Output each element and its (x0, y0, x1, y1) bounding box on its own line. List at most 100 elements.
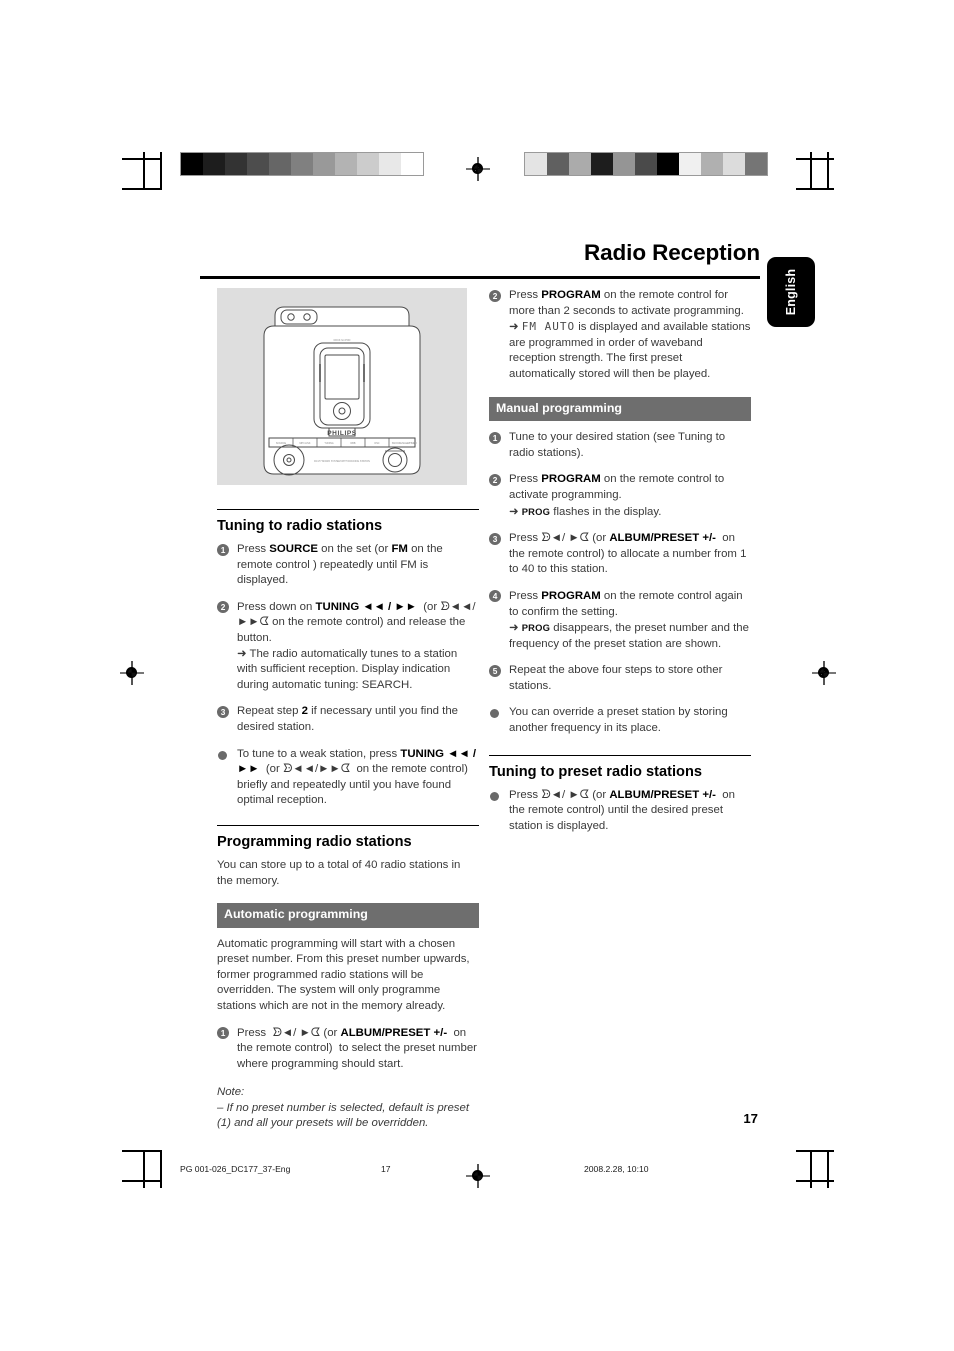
step-text: Repeat the above four steps to store oth… (509, 664, 723, 692)
heading-programming-radio-stations: Programming radio stations (217, 824, 479, 852)
svg-text:PHILIPS: PHILIPS (327, 430, 357, 437)
bullet-item: Press ᗦ◄/ ►ᗧ (or ALBUM/PRESET +/- on the… (489, 788, 751, 835)
bullet-dot-icon (490, 791, 499, 801)
bullets-tuning-to-radio-stations: To tune to a weak station, press TUNING … (217, 747, 479, 809)
numbered-step: 1 Press SOURCE on the set (or FM on the r… (217, 542, 479, 589)
numbered-step: 2 Press PROGRAM on the remote control for… (489, 288, 751, 383)
bullets-manual-programming: You can override a preset station by sto… (489, 705, 751, 736)
step-number-badge: 2 (217, 601, 229, 614)
crop-mark (810, 152, 812, 190)
calibration-swatch (745, 153, 767, 175)
step-text: Repeat step 2 if necessary until you fin… (237, 705, 458, 733)
language-tab-english: English (767, 257, 815, 327)
svg-text:SNOOZE/SLEEP: SNOOZE/SLEEP (392, 442, 411, 445)
crop-mark (122, 1150, 160, 1152)
registration-mark-right (812, 661, 836, 685)
calibration-swatch (547, 153, 569, 175)
step-text: Press SOURCE on the set (or FM on the re… (237, 543, 443, 587)
numbered-step: 5 Repeat the above four steps to store ot… (489, 663, 751, 694)
note-text: – If no preset number is selected, defau… (217, 1101, 469, 1130)
calibration-swatch (569, 153, 591, 175)
calibration-swatch (335, 153, 357, 175)
crop-mark (143, 1150, 145, 1188)
page-number: 17 (743, 1111, 758, 1126)
language-tab-label: English (784, 268, 798, 316)
steps-tuning-to-radio-stations: 1 Press SOURCE on the set (or FM on the r… (217, 542, 479, 736)
crop-mark (122, 1180, 160, 1182)
title-divider (200, 276, 760, 279)
step-number-badge: 4 (489, 590, 501, 603)
calibration-swatch (269, 153, 291, 175)
heading-tuning-to-preset-radio-stations: Tuning to preset radio stations (489, 754, 751, 782)
footer-page-number: 17 (381, 1164, 391, 1174)
crop-mark (122, 188, 160, 190)
automatic-programming-body: Automatic programming will start with a … (217, 937, 470, 1013)
calibration-swatch (525, 153, 547, 175)
calibration-swatch (247, 153, 269, 175)
calibration-swatch (379, 153, 401, 175)
calibration-swatch (181, 153, 203, 175)
calibration-swatch (401, 153, 423, 175)
step-number-badge: 3 (489, 532, 501, 545)
svg-text:DOCK for iPOD: DOCK for iPOD (334, 339, 351, 342)
svg-text:SOURCE: SOURCE (276, 442, 287, 445)
bullet-dot-icon (218, 750, 227, 760)
svg-text:TUNING: TUNING (324, 442, 333, 445)
step-number-badge: 1 (217, 1027, 229, 1040)
bullet-item: You can override a preset station by sto… (489, 705, 751, 736)
calibration-swatch (679, 153, 701, 175)
heading-tuning-to-radio-stations: Tuning to radio stations (217, 509, 479, 536)
svg-text:DC177 MICRO SYSTEM WITH DOCKIN: DC177 MICRO SYSTEM WITH DOCKING STATION (314, 460, 370, 463)
bullet-text: You can override a preset station by sto… (509, 706, 728, 735)
bullet-text: To tune to a weak station, press TUNING … (237, 747, 477, 807)
step-text: Press PROGRAM on the remote control agai… (509, 589, 749, 650)
step-number-badge: 2 (489, 473, 501, 486)
step-text: Press PROGRAM on the remote control for … (509, 289, 751, 380)
svg-text:MP3 LINK: MP3 LINK (300, 442, 311, 445)
crop-mark (827, 152, 829, 190)
continued-step: 2 Press PROGRAM on the remote control for… (489, 288, 751, 383)
product-illustration: PHILIPS DOCK for iPOD DC177 MICRO SYSTEM… (217, 288, 467, 485)
calibration-swatch (613, 153, 635, 175)
calibration-swatch (357, 153, 379, 175)
step-number-badge: 3 (217, 705, 229, 718)
svg-text:DBB: DBB (351, 442, 356, 445)
svg-text:DSC: DSC (374, 442, 379, 445)
step-text: Press ᗦ◄/ ►ᗧ (or ALBUM/PRESET +/- on the… (509, 532, 747, 576)
steps-manual-programming: 1 Tune to your desired station (see Tunin… (489, 430, 751, 694)
crop-mark (827, 1150, 829, 1188)
bullet-text: Press ᗦ◄/ ►ᗧ (or ALBUM/PRESET +/- on the… (509, 788, 735, 832)
programming-intro-text: You can store up to a total of 40 radio … (217, 858, 461, 887)
steps-automatic-programming: 1 Press ᗦ◄/ ►ᗧ (or ALBUM/PRESET +/- on th… (217, 1026, 479, 1073)
crop-mark (160, 1150, 162, 1188)
bullets-tuning-to-preset-radio-stations: Press ᗦ◄/ ►ᗧ (or ALBUM/PRESET +/- on the… (489, 788, 751, 835)
numbered-step: 3 Repeat step 2 if necessary until you fi… (217, 704, 479, 735)
page-title: Radio Reception (583, 240, 760, 265)
calibration-swatch (291, 153, 313, 175)
note-block: Note: – If no preset number is selected,… (217, 1085, 479, 1131)
numbered-step: 1 Press ᗦ◄/ ►ᗧ (or ALBUM/PRESET +/- on th… (217, 1026, 479, 1073)
crop-mark (143, 152, 145, 190)
footer-timestamp: 2008.2.28, 10:10 (584, 1164, 649, 1174)
calibration-swatch (723, 153, 745, 175)
crop-mark (810, 1150, 812, 1188)
bullet-dot-icon (490, 709, 499, 719)
step-number-badge: 1 (489, 431, 501, 444)
calibration-swatch (701, 153, 723, 175)
registration-mark-left (120, 661, 144, 685)
step-text: Press ᗦ◄/ ►ᗧ (or ALBUM/PRESET +/- on the… (237, 1026, 477, 1070)
step-number-badge: 2 (489, 289, 501, 302)
step-number-badge: 5 (489, 664, 501, 677)
numbered-step: 3 Press ᗦ◄/ ►ᗧ (or ALBUM/PRESET +/- on th… (489, 531, 751, 578)
calibration-bar-left (180, 152, 424, 176)
registration-mark-bottom (466, 1164, 490, 1188)
crop-mark (160, 152, 162, 190)
step-number-badge: 1 (217, 543, 229, 556)
numbered-step: 2 Press PROGRAM on the remote control to … (489, 472, 751, 520)
bullet-item: To tune to a weak station, press TUNING … (217, 747, 479, 809)
calibration-swatch (635, 153, 657, 175)
band-manual-programming: Manual programming (489, 396, 751, 422)
left-column: PHILIPS DOCK for iPOD DC177 MICRO SYSTEM… (217, 288, 479, 1132)
svg-text:TIMER: TIMER (409, 442, 417, 445)
band-automatic-programming: Automatic programming (217, 903, 479, 928)
